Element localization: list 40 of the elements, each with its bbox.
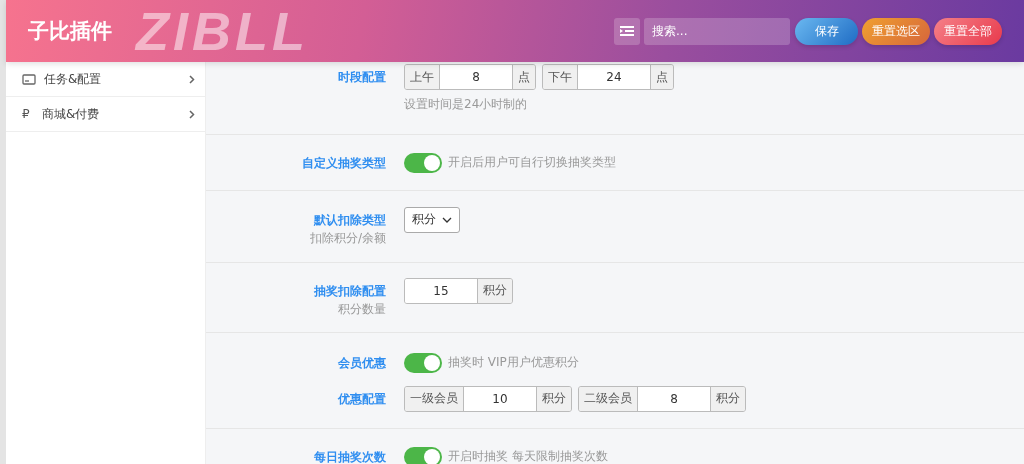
ruble-icon: ₽ bbox=[22, 107, 34, 121]
setting-label: 会员优惠 bbox=[338, 354, 386, 372]
app-title: 子比插件 bbox=[28, 18, 112, 45]
type-dropdown[interactable]: 积分 bbox=[404, 206, 460, 233]
input-addon: 积分 bbox=[536, 386, 571, 411]
number-field[interactable]: 24 bbox=[578, 65, 650, 89]
input-addon: 点 bbox=[512, 65, 535, 89]
setting-label: 自定义抽奖类型 bbox=[302, 154, 386, 172]
setting-label: 时段配置 bbox=[338, 69, 386, 86]
number-field[interactable]: 15 bbox=[405, 278, 477, 303]
toggle-description: 开启时抽奖 每天限制抽奖次数 bbox=[448, 448, 608, 464]
sidebar-item[interactable]: ₽ 商城&付费 bbox=[6, 97, 205, 132]
input-addon: 二级会员 bbox=[579, 386, 638, 411]
input-addon: 上午 bbox=[405, 65, 440, 89]
setting-label: 抽奖扣除配置 bbox=[314, 282, 386, 300]
toggle-switch[interactable] bbox=[404, 152, 442, 173]
input-addon: 一级会员 bbox=[405, 386, 464, 411]
input-addon: 点 bbox=[650, 65, 673, 89]
chevron-icon bbox=[189, 74, 195, 84]
chevron-icon bbox=[189, 109, 195, 119]
toggle-switch[interactable] bbox=[404, 446, 442, 464]
setting-sublabel: 扣除积分/余额 bbox=[309, 229, 386, 247]
setting-label: 默认扣除类型 bbox=[314, 211, 386, 229]
number-field[interactable]: 8 bbox=[440, 65, 512, 89]
list-icon[interactable] bbox=[614, 17, 640, 45]
card-icon bbox=[22, 73, 36, 85]
number-field[interactable]: 8 bbox=[638, 386, 710, 411]
setting-label: 优惠配置 bbox=[338, 390, 386, 408]
toggle-switch[interactable] bbox=[404, 352, 442, 373]
watermark-text: ZIBLL bbox=[136, 2, 309, 60]
setting-label: 每日抽奖次数 bbox=[314, 448, 386, 464]
input-addon: 下午 bbox=[543, 65, 578, 89]
input-addon: 积分 bbox=[710, 386, 745, 411]
setting-hint: 设置时间是24小时制的 bbox=[404, 97, 528, 111]
toggle-description: 抽奖时 VIP用户优惠积分 bbox=[448, 354, 579, 371]
toggle-description: 开启后用户可自行切换抽奖类型 bbox=[448, 154, 616, 171]
input-addon: 积分 bbox=[477, 278, 512, 303]
chevron-down-icon bbox=[442, 216, 452, 223]
setting-sublabel: 积分数量 bbox=[338, 300, 386, 318]
number-field[interactable]: 10 bbox=[464, 386, 536, 411]
